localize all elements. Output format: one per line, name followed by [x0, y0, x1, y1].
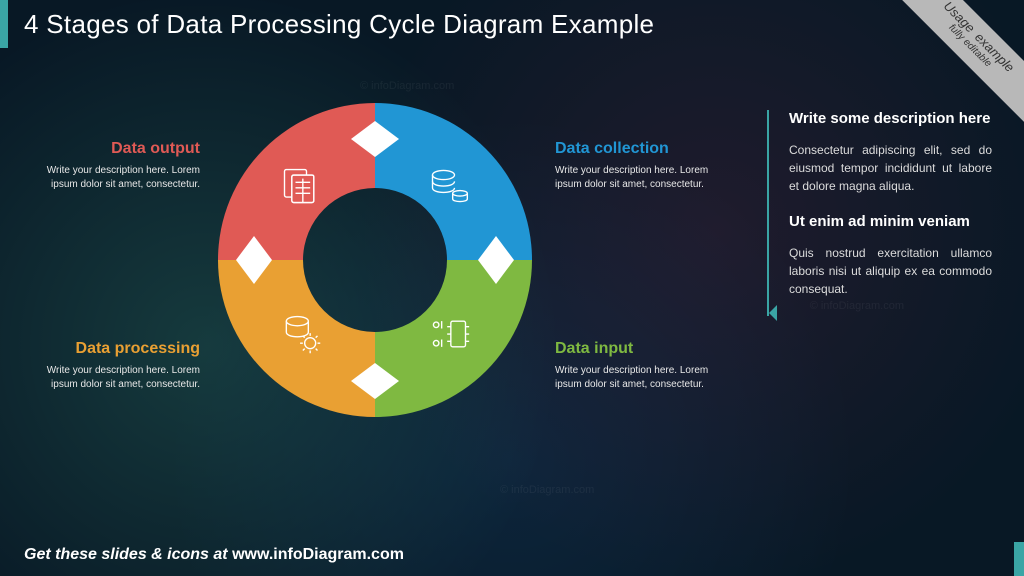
sidebar-paragraph-1: Consectetur adipiscing elit, sed do eius…: [789, 141, 992, 195]
documents-table-icon: [276, 161, 326, 211]
watermark: © infoDiagram.com: [360, 80, 454, 92]
stage-body: Write your description here. Lorem ipsum…: [555, 164, 720, 191]
title-bar: 4 Stages of Data Processing Cycle Diagra…: [0, 0, 1024, 48]
footer-credit: Get these slides & icons at www.infoDiag…: [24, 546, 404, 564]
sidebar-paragraph-2: Quis nostrud exercitation ullamco labori…: [789, 244, 992, 298]
stage-heading: Data collection: [555, 140, 720, 158]
stage-heading: Data processing: [35, 340, 200, 358]
sidebar-heading-2: Ut enim ad minim veniam: [789, 213, 992, 232]
database-coins-icon: [424, 161, 474, 211]
chip-binary-icon: [424, 309, 474, 359]
stage-heading: Data output: [35, 140, 200, 158]
stage-label-collection: Data collection Write your description h…: [555, 140, 720, 191]
side-description-panel: Write some description here Consectetur …: [767, 110, 992, 316]
database-gears-icon: [276, 309, 326, 359]
accent-bar-right: [1014, 542, 1024, 576]
sidebar-heading-1: Write some description here: [789, 110, 992, 129]
cycle-diagram: [210, 95, 540, 425]
stage-body: Write your description here. Lorem ipsum…: [35, 364, 200, 391]
stage-heading: Data input: [555, 340, 720, 358]
footer-brand: www.infoDiagram.com: [232, 546, 404, 563]
accent-bar-left: [0, 0, 8, 48]
stage-label-input: Data input Write your description here. …: [555, 340, 720, 391]
cycle-ring: [210, 95, 540, 425]
stage-label-output: Data output Write your description here.…: [35, 140, 200, 191]
stage-label-processing: Data processing Write your description h…: [35, 340, 200, 391]
footer-prefix: Get these slides & icons at: [24, 546, 232, 563]
watermark: © infoDiagram.com: [500, 484, 594, 496]
page-title: 4 Stages of Data Processing Cycle Diagra…: [8, 9, 654, 40]
stage-body: Write your description here. Lorem ipsum…: [555, 364, 720, 391]
stage-body: Write your description here. Lorem ipsum…: [35, 164, 200, 191]
